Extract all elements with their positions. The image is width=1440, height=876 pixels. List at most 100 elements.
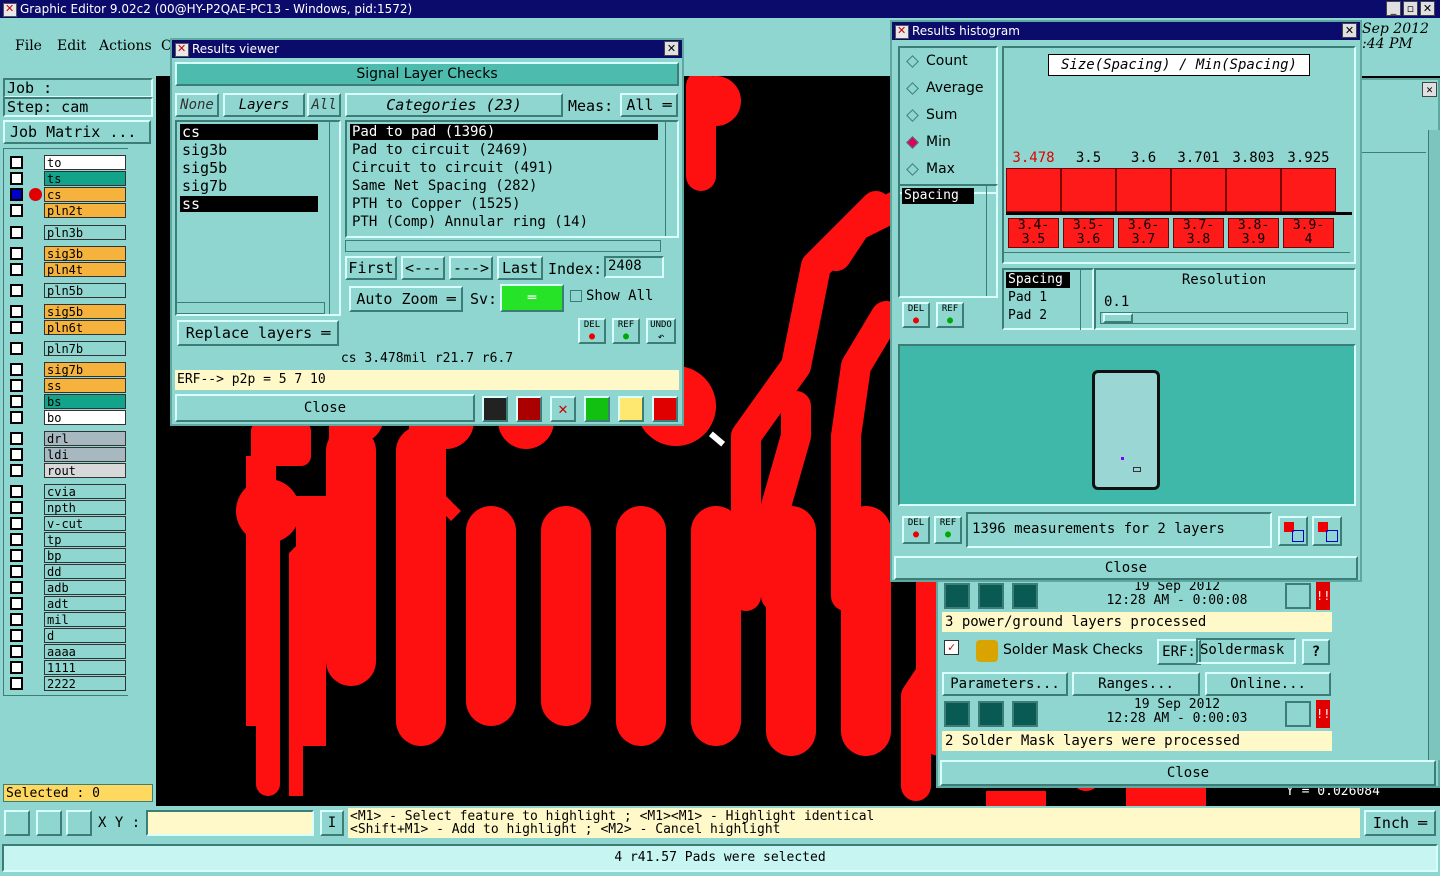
- online-button[interactable]: Online...: [1205, 672, 1331, 696]
- measurement-scrollbar[interactable]: [1080, 268, 1094, 330]
- layer-row-ldi[interactable]: ldi: [10, 447, 128, 462]
- layer-checkbox[interactable]: [10, 188, 23, 201]
- viewer-layer-item[interactable]: ss: [180, 196, 318, 212]
- layer-row-sig5b[interactable]: sig5b: [10, 304, 128, 319]
- layer-row-d[interactable]: d: [10, 628, 128, 643]
- auto-zoom-select[interactable]: Auto Zoom ═: [349, 286, 463, 312]
- category-item[interactable]: Circuit to circuit (491): [350, 160, 658, 176]
- analysis-close-icon[interactable]: ✕: [1422, 82, 1437, 97]
- run-icon[interactable]: [944, 583, 970, 609]
- layer-row-mil[interactable]: mil: [10, 612, 128, 627]
- layer-name[interactable]: cvia: [44, 484, 126, 499]
- category-item[interactable]: Pad to circuit (2469): [350, 142, 658, 158]
- layer-checkbox[interactable]: [10, 226, 23, 239]
- histogram-icon[interactable]: [652, 396, 678, 422]
- layers-button[interactable]: Layers: [223, 93, 305, 117]
- viewer-layer-item[interactable]: cs: [180, 124, 318, 140]
- layer-row-rout[interactable]: rout: [10, 463, 128, 478]
- close-window-button[interactable]: ✕: [1420, 1, 1435, 16]
- layer-row-adb[interactable]: adb: [10, 580, 128, 595]
- layer-checkbox[interactable]: [10, 549, 23, 562]
- layer-name[interactable]: v-cut: [44, 516, 126, 531]
- layer-name[interactable]: pln3b: [44, 225, 126, 240]
- layer-name[interactable]: 1111: [44, 660, 126, 675]
- layer-checkbox[interactable]: [10, 677, 23, 690]
- category-item[interactable]: PTH (Comp) Annular ring (14): [350, 214, 658, 230]
- layer-row-v-cut[interactable]: v-cut: [10, 516, 128, 531]
- layer-name[interactable]: tp: [44, 532, 126, 547]
- category-item[interactable]: PTH to Copper (1525): [350, 196, 658, 212]
- histogram-close-button[interactable]: Close: [894, 556, 1358, 580]
- layer-name[interactable]: bp: [44, 548, 126, 563]
- layer-row-pln2t[interactable]: pln2t: [10, 203, 128, 218]
- layer-name[interactable]: pln2t: [44, 203, 126, 218]
- layer-checkbox[interactable]: [10, 342, 23, 355]
- next-button[interactable]: --->: [449, 256, 493, 280]
- layer-name[interactable]: dd: [44, 564, 126, 579]
- layer-checkbox[interactable]: [10, 305, 23, 318]
- layer-name[interactable]: ss: [44, 378, 126, 393]
- zoom-icon[interactable]: [1285, 583, 1311, 609]
- minimize-button[interactable]: _: [1386, 1, 1401, 16]
- layer-name[interactable]: ts: [44, 171, 126, 186]
- layer-name[interactable]: cs: [44, 187, 126, 202]
- layer-checkbox[interactable]: [10, 448, 23, 461]
- layer-checkbox[interactable]: [10, 247, 23, 260]
- layer-checkbox[interactable]: [10, 156, 23, 169]
- viewer-close-icon[interactable]: ✕: [664, 41, 679, 56]
- radio-max[interactable]: Max: [906, 160, 996, 180]
- layer-row-tp[interactable]: tp: [10, 532, 128, 547]
- preview-ref-button[interactable]: REF ●: [934, 516, 962, 544]
- layer-row-ss[interactable]: ss: [10, 378, 128, 393]
- measurement-item[interactable]: Spacing: [1006, 272, 1070, 288]
- category-scrollbar[interactable]: [665, 122, 677, 236]
- layer-row-cvia[interactable]: cvia: [10, 484, 128, 499]
- grid-icon[interactable]: [66, 810, 92, 836]
- layer-checkbox[interactable]: [10, 597, 23, 610]
- layer-checkbox[interactable]: [10, 533, 23, 546]
- parameters-button[interactable]: Parameters...: [942, 672, 1068, 696]
- layer-name[interactable]: npth: [44, 500, 126, 515]
- last-button[interactable]: Last: [497, 256, 543, 280]
- zoom-icon-2[interactable]: [1285, 701, 1311, 727]
- layer-row-pln3b[interactable]: pln3b: [10, 225, 128, 240]
- layer-row-sig7b[interactable]: sig7b: [10, 362, 128, 377]
- layer-name[interactable]: mil: [44, 612, 126, 627]
- measure-icon[interactable]: [36, 810, 62, 836]
- category-item[interactable]: Same Net Spacing (282): [350, 178, 658, 194]
- layer-name[interactable]: pln7b: [44, 341, 126, 356]
- layer-checkbox[interactable]: [10, 629, 23, 642]
- layer-checkbox[interactable]: [10, 581, 23, 594]
- menu-edit[interactable]: Edit: [57, 38, 86, 54]
- report-icon[interactable]: [618, 396, 644, 422]
- layer-row-pln4t[interactable]: pln4t: [10, 262, 128, 277]
- meas-select[interactable]: All ═: [620, 93, 678, 117]
- viewer-layer-item[interactable]: sig7b: [180, 178, 318, 194]
- prev-button[interactable]: <---: [401, 256, 445, 280]
- preview-del-button[interactable]: DEL ●: [902, 516, 930, 544]
- run-stop-icon[interactable]: [978, 583, 1004, 609]
- radio-min[interactable]: Min: [906, 133, 996, 153]
- layer-checkbox[interactable]: [10, 432, 23, 445]
- layer-checkbox[interactable]: [10, 517, 23, 530]
- layer-name[interactable]: adt: [44, 596, 126, 611]
- layer-name[interactable]: sig7b: [44, 362, 126, 377]
- layer-row-pln6t[interactable]: pln6t: [10, 320, 128, 335]
- xy-input[interactable]: [146, 810, 314, 836]
- replace-layers-button[interactable]: Replace layers ═: [177, 320, 339, 346]
- layer-row-ts[interactable]: ts: [10, 171, 128, 186]
- ranges-button[interactable]: Ranges...: [1072, 672, 1200, 696]
- layer-row-aaaa[interactable]: aaaa: [10, 644, 128, 659]
- layer-list-hscroll[interactable]: [175, 302, 325, 314]
- layer-name[interactable]: d: [44, 628, 126, 643]
- layer-row-adt[interactable]: adt: [10, 596, 128, 611]
- layer-checkbox[interactable]: [10, 172, 23, 185]
- histogram-bar[interactable]: [1061, 168, 1116, 212]
- layer-row-2222[interactable]: 2222: [10, 676, 128, 691]
- index-input[interactable]: 2408: [604, 256, 664, 278]
- layer-name[interactable]: aaaa: [44, 644, 126, 659]
- measurement-item[interactable]: Pad 2: [1006, 308, 1070, 324]
- info-button[interactable]: I: [320, 810, 344, 836]
- zoom-result-icon[interactable]: [516, 396, 542, 422]
- layer-checkbox[interactable]: [10, 204, 23, 217]
